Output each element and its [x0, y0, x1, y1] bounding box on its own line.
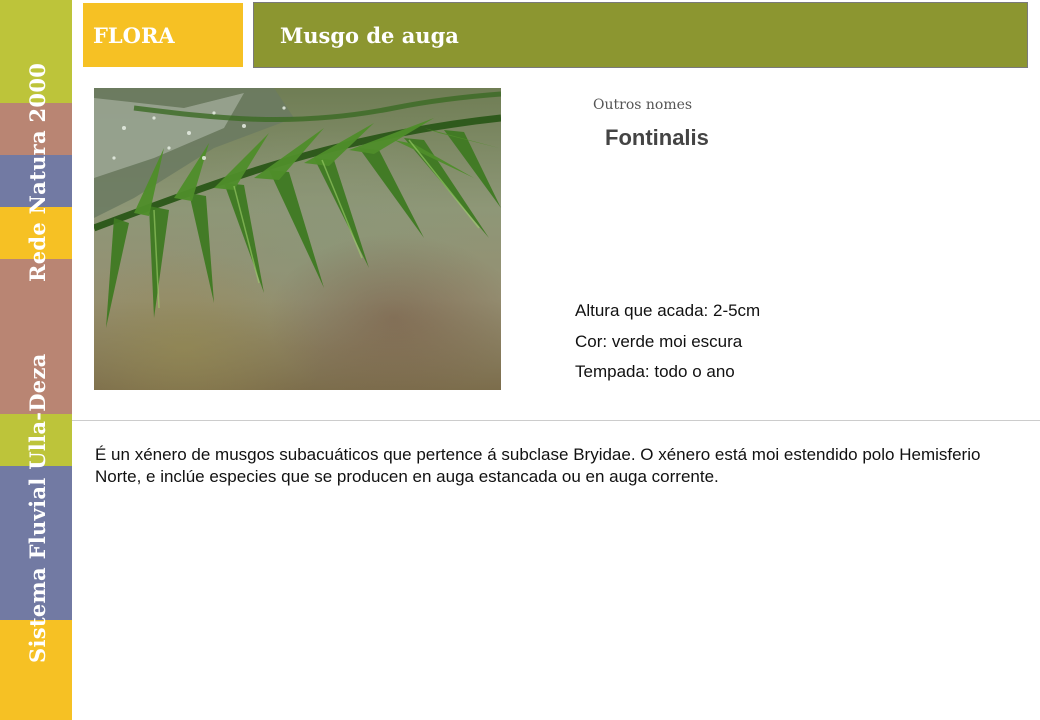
- fact-color: Cor: verde moi escura: [575, 331, 743, 351]
- species-photo: [94, 88, 501, 390]
- page-title: Musgo de auga: [253, 2, 1028, 68]
- section-tab[interactable]: FLORA: [83, 3, 243, 67]
- stripe-label-top: Rede Natura 2000: [25, 62, 50, 282]
- moss-illustration: [94, 88, 501, 328]
- fact-height: Altura que acada: 2-5cm: [575, 301, 761, 320]
- side-stripe: Rede Natura 2000 Sistema Fluvial Ulla-De…: [0, 0, 72, 720]
- other-names-label: Outros nomes: [593, 97, 693, 113]
- species-description: É un xénero de musgos subacuáticos que p…: [95, 445, 981, 486]
- fact-season: Tempada: todo o ano: [575, 362, 735, 381]
- stripe-label-bottom: Sistema Fluvial Ulla-Deza: [25, 353, 50, 663]
- other-names-value: Fontinalis: [605, 125, 709, 150]
- divider: [72, 420, 1040, 421]
- species-facts: Altura que acada: 2-5cm Cor: verde moi e…: [575, 301, 760, 393]
